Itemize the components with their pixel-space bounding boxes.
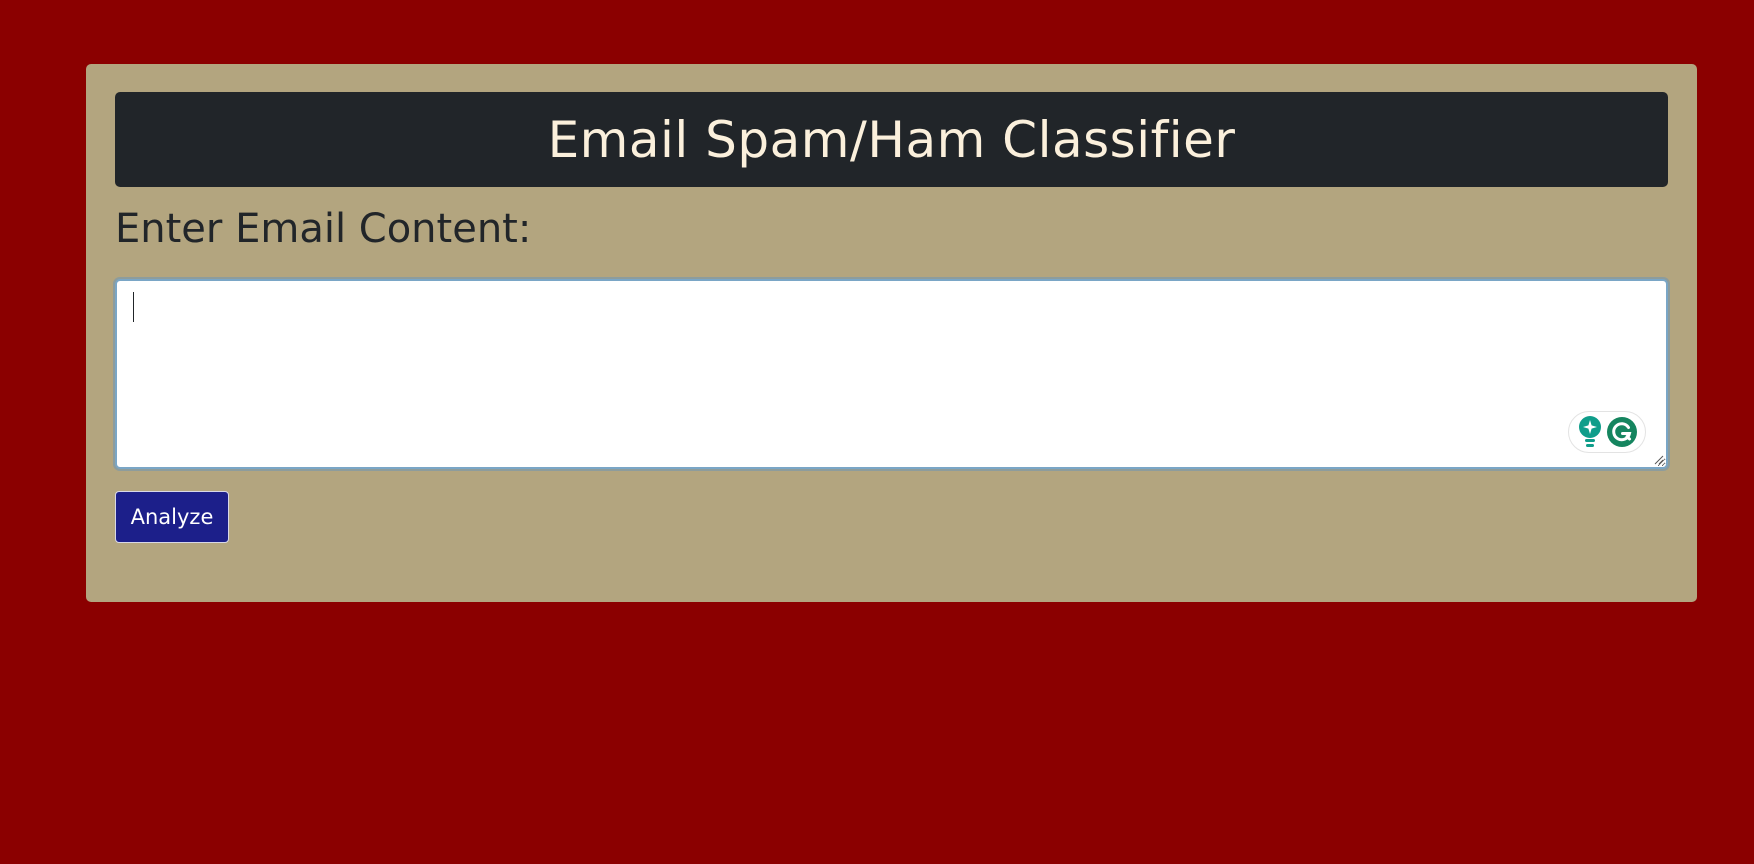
resize-handle-icon[interactable] [1652,453,1664,465]
classifier-card: Email Spam/Ham Classifier Enter Email Co… [86,64,1697,602]
writing-assistant-widget[interactable] [1568,411,1646,453]
email-content-textarea[interactable] [115,279,1668,469]
email-content-wrapper [115,279,1668,469]
header-bar: Email Spam/Ham Classifier [115,92,1668,187]
text-cursor [133,292,134,322]
analyze-button[interactable]: Analyze [115,491,229,543]
lightbulb-icon[interactable] [1577,415,1603,449]
email-content-label: Enter Email Content: [115,206,532,252]
grammarly-g-icon[interactable] [1606,416,1638,448]
page-title: Email Spam/Ham Classifier [547,110,1236,169]
